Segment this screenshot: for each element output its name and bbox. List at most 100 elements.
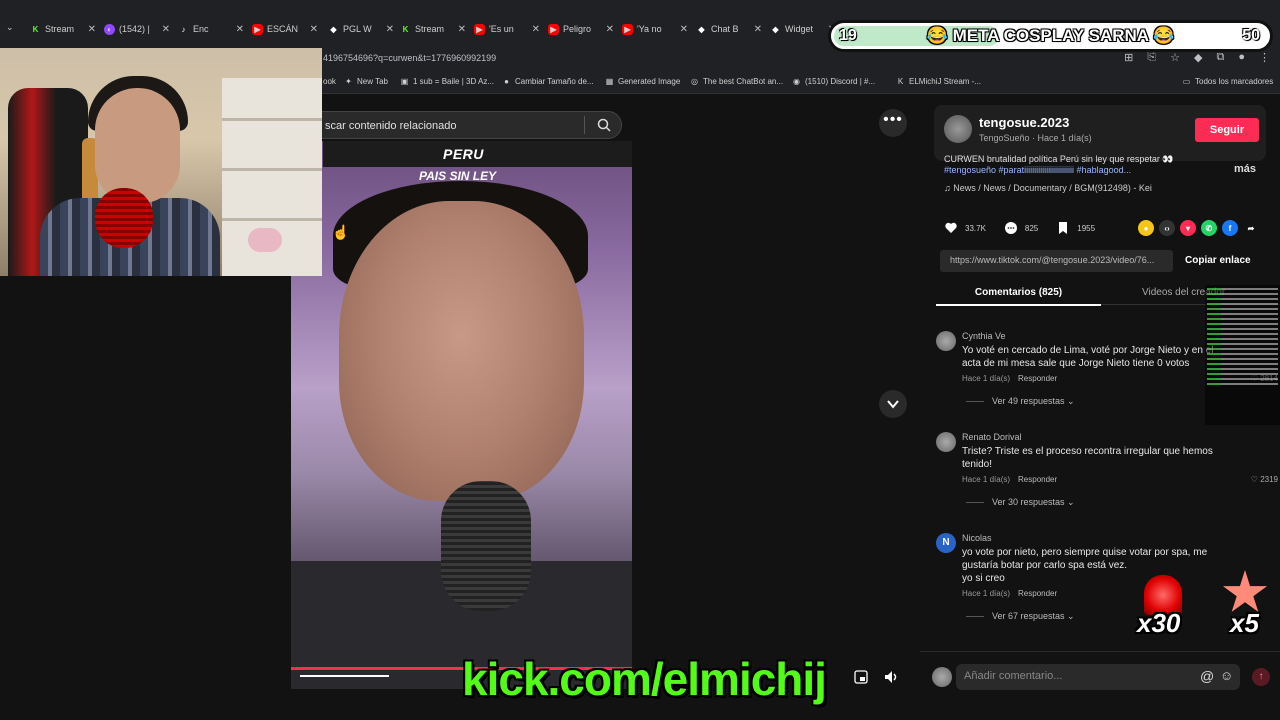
extension-icon[interactable]: ◆	[1194, 51, 1202, 64]
url-text[interactable]: 4196754696?q=curwen&t=1776960992199	[323, 53, 496, 63]
mention-icon[interactable]: @	[1200, 668, 1214, 684]
friends-icon[interactable]: ▾	[1180, 220, 1196, 236]
more-button[interactable]: más	[1234, 163, 1256, 175]
close-tab-icon[interactable]: ✕	[88, 24, 96, 35]
tab-comments[interactable]: Comentarios (825)	[936, 287, 1101, 306]
dia-icon: ◆	[698, 24, 705, 34]
whatsapp-icon[interactable]: ✆	[1201, 220, 1217, 236]
browser-tab[interactable]: K Stream ✕	[400, 20, 466, 38]
embed-icon[interactable]: ‹›	[1159, 220, 1175, 236]
browser-tab[interactable]: ◆ PGL W ✕	[328, 20, 394, 38]
close-tab-icon[interactable]: ✕	[458, 24, 466, 35]
comment-button[interactable]: 825	[1004, 221, 1038, 235]
bookmark-item[interactable]: K ELMichiJ Stream -...	[896, 77, 981, 86]
more-options-button[interactable]: •••	[879, 109, 907, 137]
bookmark-star-icon[interactable]: ☆	[1170, 51, 1180, 64]
close-tab-icon[interactable]: ✕	[386, 24, 394, 35]
comment-item: N Nicolas yo vote por nieto, pero siempre …	[936, 533, 1266, 623]
related-search-input[interactable]: scar contenido relacionado	[300, 111, 622, 139]
comment-text: Yo voté en cercado de Lima, voté por Jor…	[962, 345, 1214, 369]
coin-icon[interactable]: ●	[1138, 220, 1154, 236]
browser-tab[interactable]: ▶ Peligro ✕	[548, 20, 614, 38]
view-replies-button[interactable]: Ver 67 respuestas ⌄	[966, 611, 1075, 622]
close-tab-icon[interactable]: ✕	[532, 24, 540, 35]
video-caption-bar: PERU	[323, 141, 632, 167]
bookmark-item[interactable]: ◎ The best ChatBot an...	[690, 77, 783, 86]
menu-icon[interactable]: ⋮	[1259, 51, 1270, 64]
browser-tab[interactable]: ◆ Chat B ✕	[696, 20, 762, 38]
browser-tab[interactable]: ◐ (1542) | ✕	[104, 20, 170, 38]
profile-icon[interactable]: ●	[1238, 51, 1245, 64]
comment-author[interactable]: Cynthia Ve	[962, 331, 1006, 341]
follow-button[interactable]: Seguir	[1195, 118, 1259, 142]
next-video-button[interactable]	[879, 390, 907, 418]
view-replies-button[interactable]: Ver 49 respuestas ⌄	[966, 396, 1075, 407]
volume-button[interactable]	[880, 665, 904, 689]
youtube-icon: ▶	[252, 23, 263, 35]
pip-button[interactable]	[849, 665, 873, 689]
all-bookmarks[interactable]: ▭ Todos los marcadores	[1182, 77, 1274, 86]
video-progress-fill[interactable]	[300, 675, 389, 677]
close-tab-icon[interactable]: ✕	[236, 24, 244, 35]
bookmark-item[interactable]: ✦ New Tab	[344, 77, 388, 86]
bookmark-label: New Tab	[357, 77, 388, 86]
reply-button[interactable]: Responder	[1018, 589, 1057, 598]
browser-tab[interactable]: ▶ 'Ya no ✕	[622, 20, 688, 38]
view-replies-label: Ver 49 respuestas	[992, 396, 1065, 406]
like-button[interactable]: 33.7K	[944, 221, 986, 235]
browser-tab[interactable]: K Stream ✕	[30, 20, 96, 38]
comment-text: yo vote por nieto, pero siempre quise vo…	[962, 547, 1208, 584]
add-comment-input[interactable]: Añadir comentario...	[956, 664, 1240, 690]
reply-button[interactable]: Responder	[1018, 475, 1057, 484]
bookmark-item[interactable]: ● Cambiar Tamaño de...	[502, 77, 593, 86]
comment-meta: Hace 1 día(s) Responder	[962, 374, 1057, 383]
goal-target: 50	[1242, 27, 1260, 44]
add-comment-bar: Añadir comentario... @ ☺ ↑	[920, 651, 1280, 705]
bookmark-item[interactable]: ▦ Generated Image	[605, 77, 681, 86]
comment-avatar[interactable]	[936, 432, 956, 452]
close-tab-icon[interactable]: ✕	[680, 24, 688, 35]
search-icon[interactable]	[597, 118, 611, 132]
music-link[interactable]: ♫ News / News / Documentary / BGM(912498…	[944, 183, 1152, 193]
post-link-field[interactable]: https://www.tiktok.com/@tengosue.2023/vi…	[940, 250, 1173, 272]
comment-avatar[interactable]: N	[936, 533, 956, 553]
comment-avatar[interactable]	[936, 331, 956, 351]
bookmark-item[interactable]: ▣ 1 sub = Baile | 3D Az...	[400, 77, 494, 86]
emoji-icon[interactable]: ☺	[1220, 668, 1233, 683]
bookmark-item[interactable]: ook	[323, 77, 336, 86]
author-username[interactable]: tengosue.2023	[979, 115, 1069, 130]
share-arrow-icon[interactable]: ➦	[1243, 220, 1259, 236]
author-avatar[interactable]	[944, 115, 972, 143]
view-replies-button[interactable]: Ver 30 respuestas ⌄	[966, 497, 1075, 508]
close-tab-icon[interactable]: ✕	[162, 24, 170, 35]
send-icon[interactable]: ↑	[1252, 668, 1270, 686]
author-subtitle: TengoSueño · Hace 1 día(s)	[979, 133, 1092, 143]
bookmark-favicon-icon: ✦	[345, 77, 352, 86]
browser-tab[interactable]: ▶ ESCÁN ✕	[252, 20, 318, 38]
tab-search-icon[interactable]: ⌄	[6, 22, 14, 33]
comment-author[interactable]: Renato Dorival	[962, 432, 1022, 442]
close-tab-icon[interactable]: ✕	[754, 24, 762, 35]
copy-link-button[interactable]: Copiar enlace	[1185, 255, 1251, 266]
comment-meta: Hace 1 día(s) Responder	[962, 589, 1057, 598]
translate-icon[interactable]: ⊞	[1124, 51, 1133, 64]
toolbar-icons: ⊞ ⎘ ☆ ◆ ⧉ ● ⋮	[1124, 51, 1270, 64]
browser-tab[interactable]: ◆Widget✕	[770, 20, 836, 38]
heart-icon	[945, 222, 957, 233]
facebook-icon[interactable]: f	[1222, 220, 1238, 236]
close-tab-icon[interactable]: ✕	[310, 24, 318, 35]
puzzle-icon[interactable]: ⧉	[1216, 51, 1224, 64]
bookmark-item[interactable]: ◉ (1510) Discord | #...	[792, 77, 875, 86]
comment-author[interactable]: Nicolas	[962, 533, 992, 543]
bookmark-label: 1 sub = Baile | 3D Az...	[413, 77, 495, 86]
close-tab-icon[interactable]: ✕	[606, 24, 614, 35]
save-button[interactable]: 1955	[1056, 221, 1095, 235]
comment-like-button[interactable]: ♡ 2319	[1251, 475, 1278, 484]
post-stats: 33.7K 825 1955	[944, 221, 1113, 235]
browser-tab[interactable]: ♪ Enc ✕	[178, 20, 245, 38]
install-icon[interactable]: ⎘	[1147, 51, 1156, 64]
reply-button[interactable]: Responder	[1018, 374, 1057, 383]
post-hashtags[interactable]: #tengosueño #paratiiiiiiiiiiiiiiiiiiiiii…	[944, 165, 1214, 175]
tab-label: Stream	[45, 24, 75, 34]
browser-tab[interactable]: ▶ 'Es un ✕	[474, 20, 540, 38]
